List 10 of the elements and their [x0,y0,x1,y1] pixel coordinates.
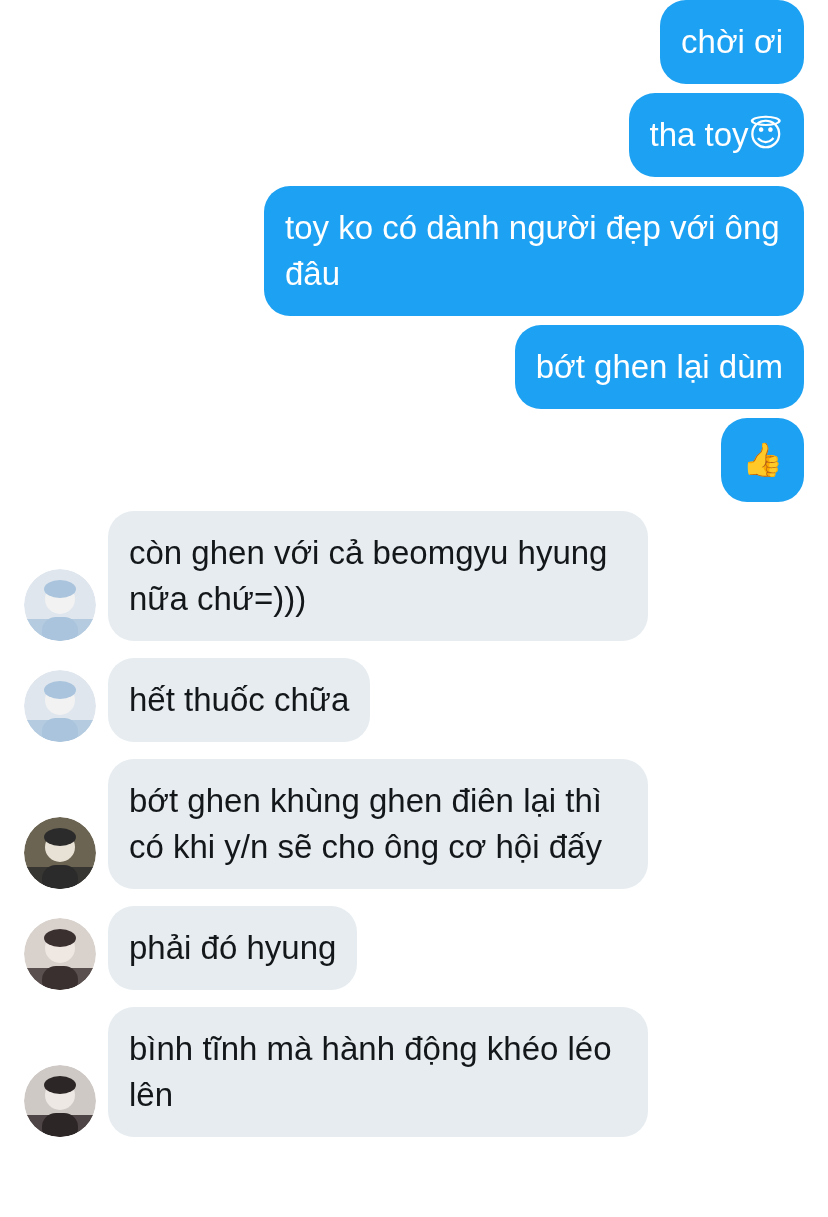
message-bubble: hết thuốc chữa [108,658,371,742]
message-bubble: 👍 [721,418,804,502]
message-bubble: bớt ghen khùng ghen điên lại thì có khi y/n sẽ cho ông cơ hội đấy [108,759,648,889]
message-bubble: còn ghen với cả beomgyu hyung nữa chứ=))) [108,511,648,641]
message-bubble: tha toy😇 [628,93,804,177]
message-bubble: chời ơi [660,0,804,84]
message-bubble: bình tĩnh mà hành động khéo léo lên [108,1007,648,1137]
message-bubble: bớt ghen lại dùm [514,325,804,409]
message-bubble: toy ko có dành người đẹp với ông đâu [264,186,804,316]
message-bubble: phải đó hyung [108,906,358,990]
